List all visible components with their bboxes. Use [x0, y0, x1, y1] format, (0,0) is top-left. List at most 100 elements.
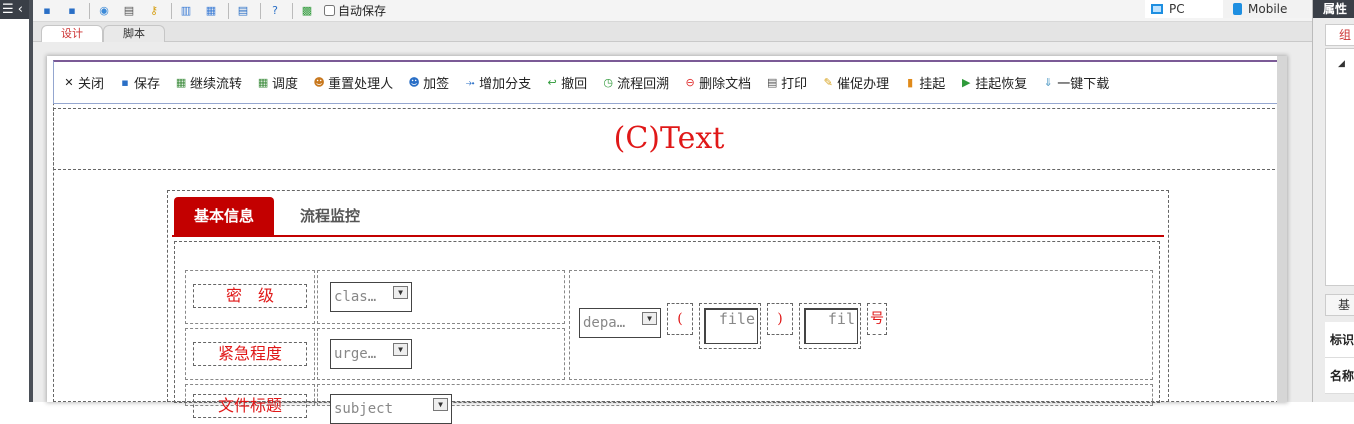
download-button[interactable]: ⇓ 一键下载 — [1041, 73, 1110, 93]
designer-area: ▪ ▪ ◉ ▤ ⚷ ▥ ▦ ▤? ▩ 自动保存 设计 脚本 ✕ 关闭 ▪ 保存 ▦ 继续流转 ▦ 调度 ☻ 重置处理… — [33, 0, 1312, 424]
action-label: 重置处理人 — [328, 77, 394, 92]
action-label: 调度 — [272, 77, 299, 92]
property-id-label: 标识 — [1325, 322, 1354, 358]
file-number-input[interactable]: fil — [804, 308, 858, 344]
left-panel-toggle[interactable]: ☰ ‹ — [0, 0, 29, 19]
close-icon: ✕ — [64, 75, 74, 89]
countersign-icon: ☻ — [408, 75, 420, 89]
classification-value: clas… — [334, 289, 377, 305]
action-label: 增加分支 — [479, 77, 532, 92]
urgency-select[interactable]: urge… ▼ — [330, 339, 412, 369]
branch-button[interactable]: ⤞ 增加分支 — [463, 73, 532, 93]
print-button[interactable]: ▤ 打印 — [765, 73, 807, 93]
autosave-toggle[interactable]: 自动保存 — [324, 2, 386, 19]
withdraw-button[interactable]: ↩ 撤回 — [545, 73, 588, 93]
toolbar-separator — [89, 2, 90, 19]
pc-option[interactable]: PC — [1145, 0, 1223, 18]
subject-select[interactable]: subject ▼ — [330, 394, 452, 424]
open-paren: ( — [667, 303, 693, 335]
action-label: 挂起 — [919, 77, 946, 92]
chevron-down-icon: ▼ — [393, 286, 408, 299]
save-button[interactable]: ▪ 保存 — [118, 73, 161, 93]
toolbar-separator — [260, 2, 261, 19]
department-select[interactable]: depa… ▼ — [579, 308, 661, 338]
action-label: 删除文档 — [699, 77, 752, 92]
withdraw-icon: ↩ — [547, 75, 557, 89]
action-label: 催促办理 — [837, 77, 890, 92]
print-icon[interactable]: ▤ — [121, 3, 137, 19]
continue-button[interactable]: ▦ 继续流转 — [174, 73, 242, 93]
export-icon[interactable]: ▦ — [203, 3, 219, 19]
new-icon[interactable]: ▪ — [39, 3, 55, 19]
action-label: 流程回溯 — [617, 77, 670, 92]
form-title-box: (C)Text — [53, 108, 1285, 170]
subject-label: 文件标题 — [193, 394, 307, 418]
resume-icon: ▶ — [961, 75, 971, 89]
list-icon[interactable]: ▤ — [235, 3, 251, 19]
urge-button[interactable]: ✎ 催促办理 — [821, 73, 890, 93]
department-value: depa… — [583, 315, 626, 331]
form-tabs: 基本信息 流程监控 — [172, 195, 1164, 237]
action-label: 保存 — [134, 77, 161, 92]
layers-icon[interactable]: ▩ — [299, 3, 315, 19]
save-icon[interactable]: ▪ — [64, 3, 80, 19]
delete-icon: ⊖ — [685, 75, 695, 89]
chevron-down-icon: ▼ — [393, 343, 408, 356]
tree-expand-icon[interactable]: ◢ — [1338, 59, 1345, 69]
download-icon: ⇓ — [1043, 75, 1053, 89]
file-year-field[interactable]: file — [699, 303, 761, 349]
file-year-input[interactable]: file — [704, 308, 758, 344]
trace-back-button[interactable]: ◷ 流程回溯 — [601, 73, 670, 93]
classification-select[interactable]: clas… ▼ — [330, 282, 412, 312]
print-icon: ▤ — [766, 75, 778, 89]
designer-toolbar: ▪ ▪ ◉ ▤ ⚷ ▥ ▦ ▤? ▩ 自动保存 — [33, 0, 1312, 22]
branch-icon: ⤞ — [465, 75, 475, 89]
mobile-label: Mobile — [1248, 2, 1288, 16]
resume-button[interactable]: ▶ 挂起恢复 — [959, 73, 1028, 93]
tab-script[interactable]: 脚本 — [103, 25, 165, 42]
tab-group[interactable]: 组 — [1325, 24, 1354, 46]
form-title: (C)Text — [613, 121, 725, 156]
suspend-icon: ▮ — [907, 75, 914, 89]
properties-header: 属性 — [1313, 0, 1354, 18]
countersign-button[interactable]: ☻ 加签 — [407, 73, 449, 93]
help-icon[interactable]: ? — [267, 3, 283, 19]
document-tabs: 设计 脚本 — [33, 22, 1312, 42]
toolbar-separator — [292, 2, 293, 19]
property-name-label: 名称 — [1325, 358, 1354, 394]
mobile-option[interactable]: Mobile — [1223, 0, 1310, 18]
vertical-scrollbar[interactable] — [1277, 56, 1287, 402]
form-canvas: ✕ 关闭 ▪ 保存 ▦ 继续流转 ▦ 调度 ☻ 重置处理人 ☻ 加签 ⤞ 增加分支 ↩ 撤回 ◷ 流程回溯 ⊖ 删除文… — [47, 56, 1287, 424]
save-icon: ▪ — [121, 75, 129, 89]
autosave-checkbox[interactable] — [324, 5, 335, 16]
import-icon[interactable]: ▥ — [178, 3, 194, 19]
preview-icon[interactable]: ◉ — [96, 3, 112, 19]
file-number-field[interactable]: fil — [799, 303, 861, 349]
tab-basic-info[interactable]: 基本信息 — [174, 197, 274, 235]
properties-panel: 属性 组 ◢ ◢ 基 标识 名称 — [1312, 0, 1354, 402]
trace-back-icon: ◷ — [603, 75, 613, 89]
dispatch-button[interactable]: ▦ 调度 — [256, 73, 299, 93]
toolbar-separator — [171, 2, 172, 19]
reassign-button[interactable]: ☻ 重置处理人 — [312, 73, 394, 93]
action-label: 关闭 — [78, 77, 105, 92]
action-label: 挂起恢复 — [975, 77, 1028, 92]
key-icon[interactable]: ⚷ — [146, 3, 162, 19]
tab-basic-properties[interactable]: 基 — [1325, 294, 1354, 316]
tab-design[interactable]: 设计 — [41, 25, 103, 42]
component-tree: ◢ ◢ — [1325, 48, 1354, 286]
action-label: 撤回 — [561, 77, 588, 92]
number-suffix: 号 — [867, 303, 887, 335]
close-button[interactable]: ✕ 关闭 — [62, 73, 105, 93]
suspend-button[interactable]: ▮ 挂起 — [903, 73, 946, 93]
subject-value: subject — [334, 401, 394, 417]
reassign-icon: ☻ — [313, 75, 325, 89]
urge-icon: ✎ — [823, 75, 833, 89]
autosave-label: 自动保存 — [338, 4, 387, 18]
tab-process-monitor[interactable]: 流程监控 — [280, 197, 380, 235]
phone-icon — [1233, 3, 1242, 15]
device-switch: PC Mobile — [1145, 0, 1310, 18]
urgency-label: 紧急程度 — [193, 342, 307, 366]
continue-icon: ▦ — [175, 75, 187, 89]
delete-button[interactable]: ⊖ 删除文档 — [683, 73, 752, 93]
